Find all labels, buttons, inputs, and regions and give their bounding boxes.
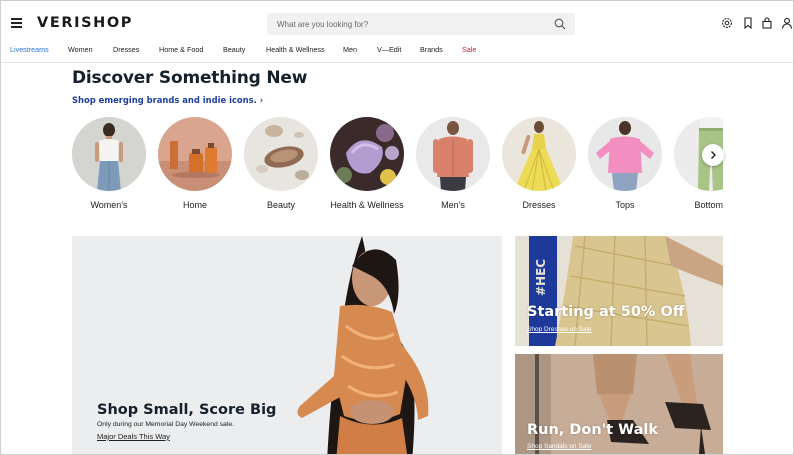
- category-health-wellness[interactable]: Health & Wellness: [330, 117, 406, 210]
- shopping-bag-icon[interactable]: [761, 17, 773, 29]
- promo-title: Starting at 50% Off: [527, 304, 685, 320]
- discover-title: Discover Something New: [72, 68, 308, 88]
- category-mens-image: [416, 117, 490, 191]
- nav-item-livestreams[interactable]: Livestreams: [10, 45, 49, 54]
- category-tops-image: [588, 117, 662, 191]
- promo-link[interactable]: Shop Dresses on Sale: [527, 326, 592, 333]
- category-label: Bottoms: [694, 200, 723, 210]
- nav-item-men[interactable]: Men: [343, 45, 357, 54]
- category-label: Women's: [90, 200, 128, 210]
- search-input[interactable]: [277, 16, 547, 32]
- category-dresses-image: [502, 117, 576, 191]
- category-beauty-image: [244, 117, 318, 191]
- category-carousel: Women's Home Beauty Health & Wellness Me…: [72, 117, 723, 217]
- promo-title: Run, Don't Walk: [527, 422, 658, 438]
- promo-dresses[interactable]: #HEC Starting at 50% Off Shop Dresses on…: [515, 236, 723, 346]
- menu-icon[interactable]: [11, 18, 22, 28]
- nav-item-beauty[interactable]: Beauty: [223, 45, 245, 54]
- promo-link[interactable]: Shop Sandals on Sale: [527, 443, 591, 450]
- category-home[interactable]: Home: [158, 117, 234, 210]
- promo-sandals[interactable]: Run, Don't Walk Shop Sandals on Sale: [515, 354, 723, 454]
- svg-text:#HEC: #HEC: [534, 259, 548, 296]
- hero-link[interactable]: Major Deals This Way: [97, 432, 170, 441]
- search-icon[interactable]: [554, 18, 566, 30]
- promo-sandals-image: [515, 354, 723, 454]
- nav-item-women[interactable]: Women: [68, 45, 93, 54]
- discover-subtitle-link[interactable]: Shop emerging brands and indie icons. ›: [72, 95, 263, 105]
- nav-item-brands[interactable]: Brands: [420, 45, 443, 54]
- category-beauty[interactable]: Beauty: [244, 117, 320, 210]
- category-label: Dresses: [522, 200, 556, 210]
- chevron-right-icon: [711, 151, 716, 159]
- category-dresses[interactable]: Dresses: [502, 117, 578, 210]
- nav-item-home-food[interactable]: Home & Food: [159, 45, 203, 54]
- nav-item-dresses[interactable]: Dresses: [113, 45, 139, 54]
- hero-subtitle: Only during our Memorial Day Weekend sal…: [97, 421, 235, 428]
- category-womens-image: [72, 117, 146, 191]
- account-icon[interactable]: [781, 17, 793, 29]
- search-bar: [267, 13, 575, 35]
- category-womens[interactable]: Women's: [72, 117, 148, 210]
- nav-item-v-edit[interactable]: V—Edit: [377, 45, 401, 54]
- hero-banner[interactable]: Shop Small, Score Big Only during our Me…: [72, 236, 502, 454]
- carousel-next-button[interactable]: [702, 144, 724, 166]
- nav-item-health-wellness[interactable]: Health & Wellness: [266, 45, 325, 54]
- logo[interactable]: VERISHOP: [37, 15, 133, 31]
- category-health-wellness-image: [330, 117, 404, 191]
- bookmark-icon[interactable]: [742, 17, 754, 29]
- category-label: Home: [182, 200, 207, 210]
- category-home-image: [158, 117, 232, 191]
- settings-icon[interactable]: [721, 17, 733, 29]
- category-label: Men's: [441, 200, 465, 210]
- category-mens[interactable]: Men's: [416, 117, 492, 210]
- category-nav: Livestreams Women Dresses Home & Food Be…: [1, 45, 793, 63]
- category-label: Tops: [615, 200, 635, 210]
- category-label: Health & Wellness: [330, 200, 404, 210]
- page: VERISHOP Livestreams Women Dresses Home …: [0, 0, 794, 455]
- category-tops[interactable]: Tops: [588, 117, 664, 210]
- header: VERISHOP: [1, 1, 793, 45]
- hero-title: Shop Small, Score Big: [97, 402, 277, 418]
- nav-item-sale[interactable]: Sale: [462, 45, 476, 54]
- category-label: Beauty: [266, 200, 296, 210]
